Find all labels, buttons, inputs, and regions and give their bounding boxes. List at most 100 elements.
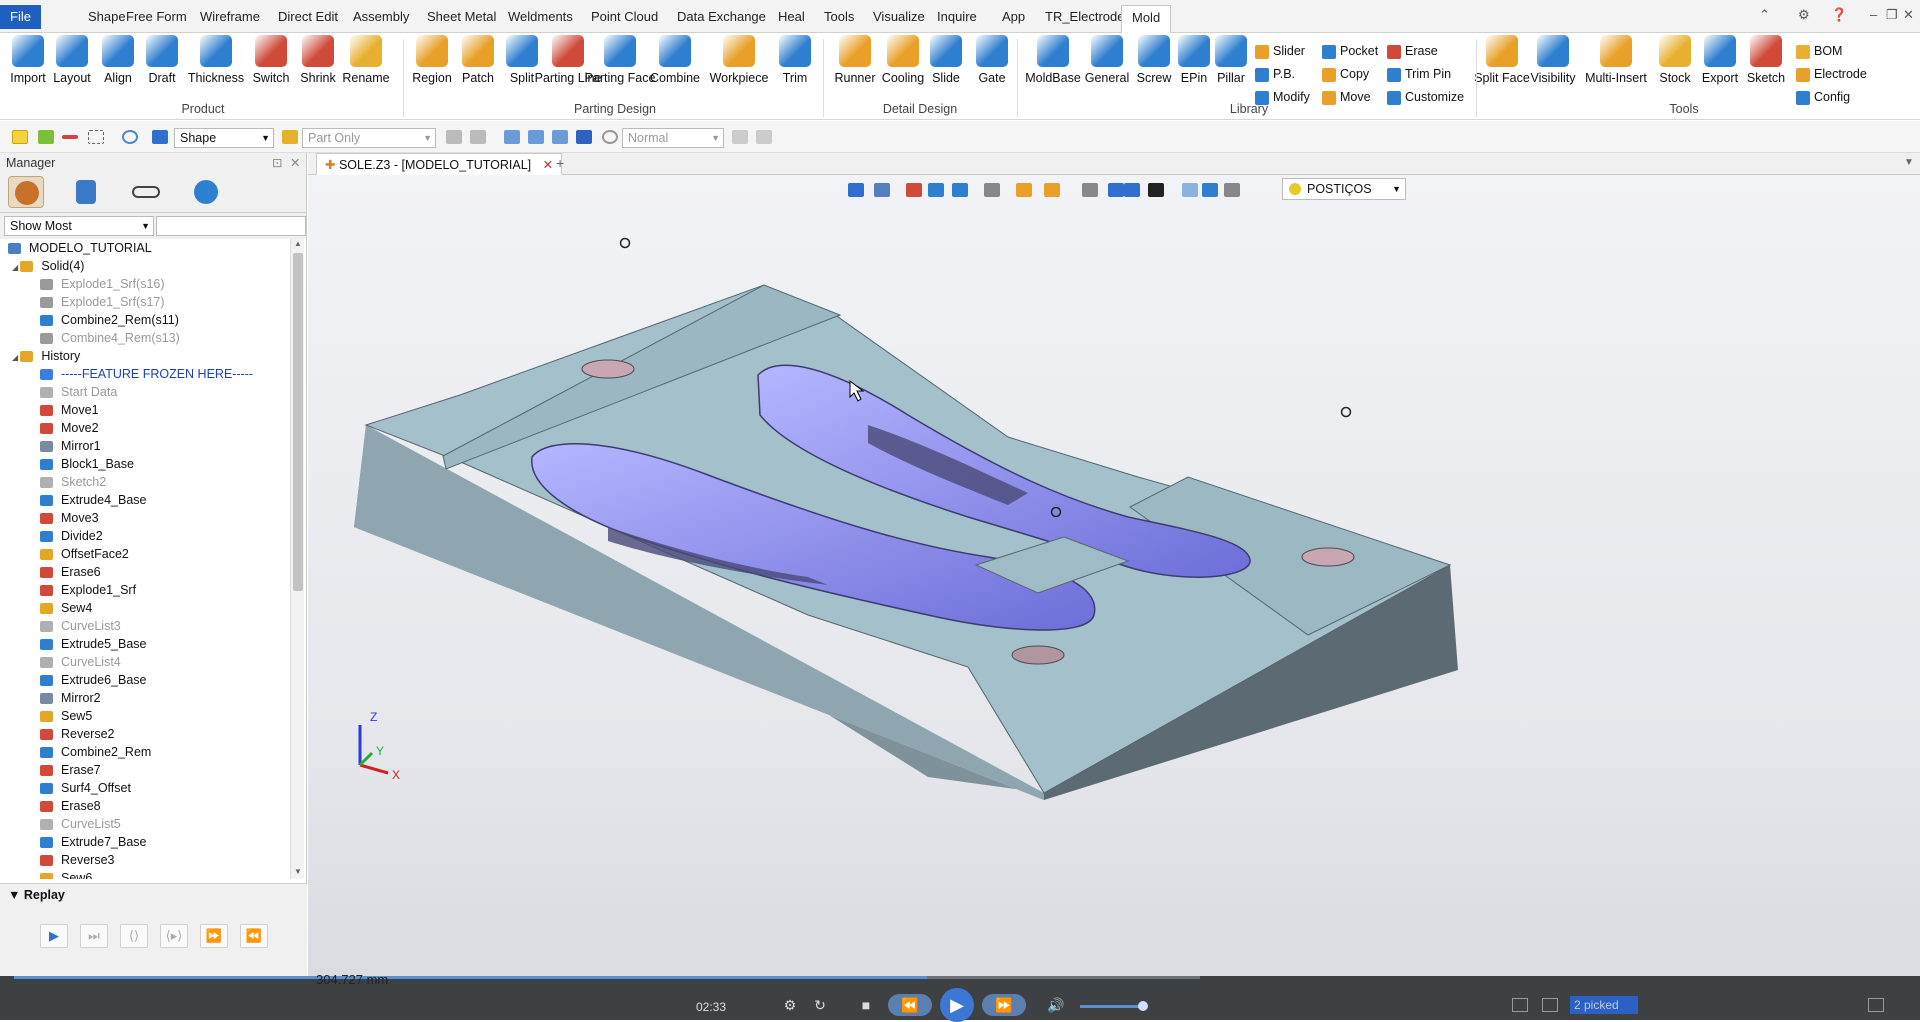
tree-item[interactable]: Extrude4_Base [0,491,290,509]
menu-tab-visualize[interactable]: Visualize [873,6,925,28]
mold-model[interactable]: Z X Y [308,175,1920,976]
expand-arrow-icon[interactable]: ◢ [12,353,20,362]
tree-item[interactable]: Mirror1 [0,437,290,455]
menu-tab-shape[interactable]: Shape [88,6,126,28]
menu-tab-sheet-metal[interactable]: Sheet Metal [427,6,496,28]
multi-insert-button[interactable]: Multi-Insert [1585,35,1647,101]
volume-icon[interactable]: 🔊 [1046,994,1066,1016]
layout-icon[interactable] [1512,998,1528,1012]
filter-shape-icon[interactable] [122,130,138,144]
tree-item[interactable]: CurveList4 [0,653,290,671]
visibility-button[interactable]: Visibility [1523,35,1583,101]
close-tab-icon[interactable]: ✕ [543,158,553,172]
menu-tab-weldments[interactable]: Weldments [508,6,573,28]
tree-item[interactable]: OffsetFace2 [0,545,290,563]
add-pick-icon[interactable] [38,130,54,144]
trim-button[interactable]: Trim [765,35,825,101]
align-icon[interactable] [552,130,568,144]
thickness-button[interactable]: Thickness [186,35,246,101]
volume-slider[interactable] [1080,1005,1144,1008]
scroll-up-icon[interactable]: ▲ [294,239,302,248]
tree-item[interactable]: Move3 [0,509,290,527]
menu-tab-data-exchange[interactable]: Data Exchange [677,6,766,28]
menu-file[interactable]: File [0,5,41,29]
tree-item[interactable]: Extrude6_Base [0,671,290,689]
tree-item[interactable]: Reverse3 [0,851,290,869]
minimize-icon[interactable]: – [1870,7,1877,22]
settings-gear-icon[interactable]: ⚙ [1798,7,1810,23]
pin-icon[interactable]: ⊡ [272,153,282,173]
copy-button[interactable]: Copy [1322,64,1369,84]
scope-icon[interactable] [282,130,298,144]
tree-item[interactable]: Extrude7_Base [0,833,290,851]
tree-item[interactable]: Erase7 [0,761,290,779]
panel-icon[interactable] [1542,998,1558,1012]
menu-tab-assembly[interactable]: Assembly [353,6,409,28]
pillar-button[interactable]: Pillar [1201,35,1261,101]
tree-item[interactable]: ◢ Solid(4) [0,257,290,275]
filter-list-icon[interactable] [152,130,168,144]
new-tab-icon[interactable]: + [556,155,564,171]
tree-item[interactable]: Sew6 [0,869,290,879]
remove-pick-icon[interactable] [62,135,78,139]
close-icon[interactable]: ✕ [290,153,300,173]
box-select-icon[interactable] [88,130,104,144]
tree-item[interactable]: Combine4_Rem(s13) [0,329,290,347]
tree-item[interactable]: Reverse2 [0,725,290,743]
tree-item[interactable]: Sew5 [0,707,290,725]
tree-item[interactable]: Divide2 [0,527,290,545]
menu-tab-inquire[interactable]: Inquire [937,6,977,28]
property-tab-icon[interactable] [188,176,224,208]
replay-header[interactable]: ▼ Replay [8,888,65,902]
expand-arrow-icon[interactable]: ◢ [12,263,20,272]
history-tab-icon[interactable] [8,176,44,208]
gate-button[interactable]: Gate [962,35,1022,101]
tree-item[interactable]: Explode1_Srf [0,581,290,599]
resize-grip-icon[interactable] [1868,998,1884,1012]
pick-filter-select[interactable]: Shape ▼ [174,128,274,148]
loop-icon[interactable]: ↻ [810,994,830,1016]
rename-button[interactable]: Rename [336,35,396,101]
forward-button[interactable]: ⏩ [982,994,1026,1016]
stop-icon[interactable]: ■ [858,994,874,1016]
align-icon[interactable] [504,130,520,144]
align-icon[interactable] [528,130,544,144]
config-button[interactable]: Config [1796,87,1850,107]
snap-icon[interactable] [602,130,618,144]
tree-item[interactable]: Move2 [0,419,290,437]
pocket-button[interactable]: Pocket [1322,41,1378,61]
3d-viewport[interactable]: POSTIÇOS ▼ Z X Y [308,175,1920,976]
replay-rewind-button[interactable]: ⏪ [240,924,268,948]
menu-tab-app[interactable]: App [1002,6,1025,28]
tree-scrollbar[interactable]: ▲ ▼ [290,239,304,879]
draft-button[interactable]: Draft [132,35,192,101]
view-tab-icon[interactable] [128,176,164,208]
play-button[interactable]: ▶ [940,988,974,1022]
document-tab[interactable]: ✚ SOLE.Z3 - [MODELO_TUTORIAL] ✕ [316,153,563,175]
view-tool-icon[interactable] [446,130,462,144]
sketch-button[interactable]: Sketch [1736,35,1796,101]
volume-knob[interactable] [1138,1001,1148,1011]
tab-list-icon[interactable]: ▼ [1904,157,1914,168]
menu-tab-point-cloud[interactable]: Point Cloud [591,6,658,28]
parting-line-button[interactable]: Parting Line [535,35,601,101]
mode-select[interactable]: Normal ▼ [622,128,724,148]
tree-item[interactable]: Explode1_Srf(s16) [0,275,290,293]
progress-fill[interactable] [14,976,928,979]
menu-mold[interactable]: Mold [1121,5,1172,34]
restore-icon[interactable]: ❐ [1886,7,1898,23]
erase-button[interactable]: Erase [1387,41,1438,61]
combine-button[interactable]: Combine [645,35,705,101]
workpiece-button[interactable]: Workpiece [709,35,769,101]
tree-item[interactable]: Surf4_Offset [0,779,290,797]
tree-scroll-thumb[interactable] [293,253,303,591]
replay-step-end-button[interactable]: ⏭ [80,924,108,948]
menu-tab-free-form[interactable]: Free Form [126,6,187,28]
pin-icon[interactable] [576,130,592,144]
rewind-button[interactable]: ⏪ [888,994,932,1016]
menu-tab-tools[interactable]: Tools [824,6,854,28]
replay-step-over-button[interactable]: ⟨▸⟩ [160,924,188,948]
tree-item[interactable]: Combine2_Rem [0,743,290,761]
moldbase-button[interactable]: MoldBase [1023,35,1083,101]
slider-button[interactable]: Slider [1255,41,1305,61]
